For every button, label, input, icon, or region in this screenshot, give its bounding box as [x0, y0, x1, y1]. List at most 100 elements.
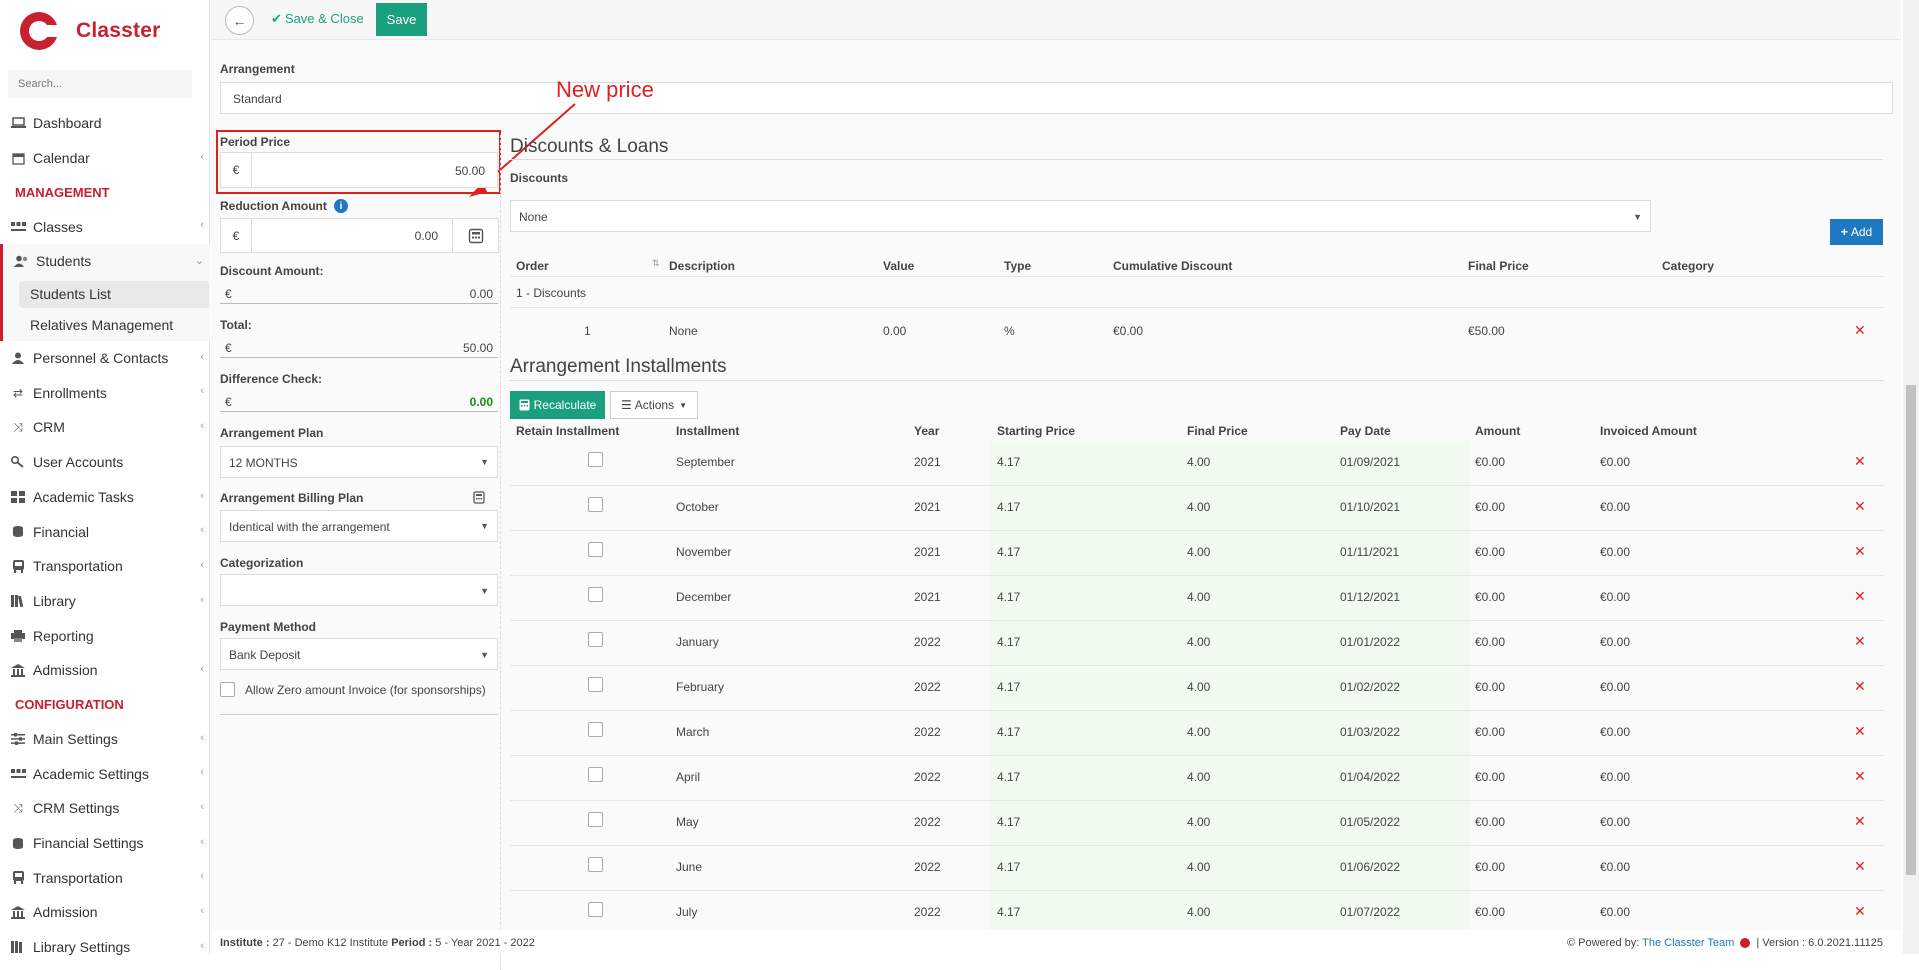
col-description[interactable]: Description: [669, 259, 735, 273]
delete-icon[interactable]: ✕: [1854, 813, 1866, 830]
installment-name: June: [676, 860, 703, 874]
installment-invoiced: €0.00: [1600, 545, 1631, 559]
retain-installment-checkbox[interactable]: [588, 812, 603, 827]
sidebar-item-academic-tasks[interactable]: Academic Tasks ‹: [0, 480, 210, 515]
retain-installment-checkbox[interactable]: [588, 722, 603, 737]
categorization-select[interactable]: ▼: [220, 574, 498, 606]
retain-installment-checkbox[interactable]: [588, 452, 603, 467]
installment-name: May: [676, 815, 699, 829]
scrollbar-thumb[interactable]: [1906, 385, 1916, 875]
sidebar-item-label: Personnel & Contacts: [33, 350, 169, 367]
retain-installment-checkbox[interactable]: [588, 677, 603, 692]
retain-installment-checkbox[interactable]: [588, 497, 603, 512]
add-discount-button[interactable]: + Add: [1830, 219, 1883, 245]
installment-amount: €0.00: [1475, 590, 1506, 604]
col-category[interactable]: Category: [1662, 259, 1714, 273]
table-row: November 2021 4.17 4.00 01/11/2021 €0.00 €0.00…: [510, 531, 1884, 576]
installment-name: December: [676, 590, 732, 604]
sidebar-item-financial-settings[interactable]: Financial Settings ‹: [0, 826, 210, 861]
sidebar-item-financial[interactable]: Financial ‹: [0, 514, 210, 549]
installment-pay-date: 01/09/2021: [1340, 455, 1401, 469]
chevron-left-icon: ‹: [200, 662, 204, 675]
col-cumulative[interactable]: Cumulative Discount: [1113, 259, 1232, 273]
delete-icon[interactable]: ✕: [1854, 723, 1866, 740]
sidebar-item-library[interactable]: Library ‹: [0, 584, 210, 619]
delete-icon[interactable]: ✕: [1854, 498, 1866, 515]
sidebar-subitem-relatives[interactable]: Relatives Management: [0, 309, 210, 341]
page-scrollbar[interactable]: [1903, 0, 1919, 954]
delete-icon[interactable]: ✕: [1854, 453, 1866, 470]
sidebar-item-transportation[interactable]: Transportation ‹: [0, 549, 210, 584]
sidebar-item-crm[interactable]: ⤨ CRM ‹: [0, 410, 210, 445]
delete-icon[interactable]: ✕: [1854, 543, 1866, 560]
retain-installment-checkbox[interactable]: [588, 767, 603, 782]
calculator-icon[interactable]: [473, 491, 485, 504]
delete-icon[interactable]: ✕: [1854, 768, 1866, 785]
period-price-input[interactable]: € 50.00: [220, 152, 498, 188]
delete-icon[interactable]: ✕: [1854, 678, 1866, 695]
sidebar-item-dashboard[interactable]: Dashboard: [0, 106, 210, 141]
sidebar-item-enrollments[interactable]: ⇄ Enrollments ‹: [0, 375, 210, 410]
installment-invoiced: €0.00: [1600, 680, 1631, 694]
retain-installment-checkbox[interactable]: [588, 902, 603, 917]
reduction-amount-label: Reduction Amount: [220, 199, 327, 213]
actions-dropdown[interactable]: ☰ Actions ▼: [610, 391, 698, 419]
powered-label: Powered by:: [1578, 937, 1640, 949]
delete-icon[interactable]: ✕: [1854, 322, 1866, 339]
arrangement-plan-select[interactable]: 12 MONTHS ▼: [220, 446, 498, 478]
sort-icon[interactable]: ⇅: [652, 258, 660, 269]
sidebar-item-library-settings[interactable]: Library Settings ‹: [0, 930, 210, 965]
retain-installment-checkbox[interactable]: [588, 632, 603, 647]
sidebar-item-personnel[interactable]: Personnel & Contacts ‹: [0, 341, 210, 376]
printer-icon: [10, 629, 26, 643]
col-type[interactable]: Type: [1004, 259, 1031, 273]
sidebar-item-transportation-settings[interactable]: Transportation ‹: [0, 860, 210, 895]
installment-invoiced: €0.00: [1600, 815, 1631, 829]
delete-icon[interactable]: ✕: [1854, 858, 1866, 875]
sidebar-item-label: Dashboard: [33, 115, 102, 132]
sidebar-item-user-accounts[interactable]: User Accounts: [0, 445, 210, 480]
calculator-button[interactable]: [452, 219, 498, 252]
recalculate-button[interactable]: Recalculate: [510, 391, 605, 419]
sidebar-item-main-settings[interactable]: Main Settings ‹: [0, 722, 210, 757]
delete-icon[interactable]: ✕: [1854, 903, 1866, 920]
installment-starting-price: 4.17: [997, 860, 1021, 874]
logo[interactable]: Classter: [18, 8, 160, 54]
back-button[interactable]: ←: [225, 6, 254, 35]
discounts-select[interactable]: None ▼: [510, 200, 1651, 232]
installment-final-price: 4.00: [1187, 635, 1211, 649]
save-button[interactable]: Save: [376, 3, 427, 36]
sidebar-item-admission[interactable]: Admission ‹: [0, 653, 210, 688]
retain-installment-checkbox[interactable]: [588, 542, 603, 557]
sidebar-subitem-students-list[interactable]: Students List: [0, 278, 210, 310]
info-icon[interactable]: i: [334, 199, 348, 213]
discount-amount-value: 0.00: [469, 287, 493, 301]
col-final-price[interactable]: Final Price: [1468, 259, 1529, 273]
delete-icon[interactable]: ✕: [1854, 588, 1866, 605]
sidebar-item-reporting[interactable]: Reporting: [0, 618, 210, 653]
reduction-amount-input[interactable]: € 0.00: [220, 218, 499, 253]
sidebar-item-crm-settings[interactable]: ⤨ CRM Settings ‹: [0, 791, 210, 826]
sidebar-item-classes[interactable]: Classes ‹: [0, 209, 210, 244]
column-divider: [500, 135, 501, 970]
col-value[interactable]: Value: [883, 259, 914, 273]
installment-pay-date: 01/11/2021: [1340, 545, 1400, 559]
col-order[interactable]: Order: [516, 259, 549, 273]
sidebar-item-academic-settings[interactable]: Academic Settings ‹: [0, 756, 210, 791]
retain-installment-checkbox[interactable]: [588, 857, 603, 872]
installment-name: April: [676, 770, 701, 784]
sidebar-search-input[interactable]: [8, 70, 192, 98]
sidebar-item-admission-settings[interactable]: Admission ‹: [0, 895, 210, 930]
save-close-button[interactable]: ✔ Save & Close: [271, 11, 364, 27]
billing-plan-select[interactable]: Identical with the arrangement ▼: [220, 510, 498, 542]
sidebar-item-students[interactable]: Students ⌄: [0, 244, 210, 279]
sidebar-item-label: Main Settings: [33, 730, 118, 747]
installment-year: 2022: [914, 635, 941, 649]
team-link[interactable]: The Classter Team: [1642, 937, 1734, 949]
sidebar-item-calendar[interactable]: Calendar ‹: [0, 141, 210, 176]
retain-installment-checkbox[interactable]: [588, 587, 603, 602]
payment-method-select[interactable]: Bank Deposit ▼: [220, 638, 498, 670]
zero-amount-checkbox[interactable]: [220, 682, 235, 697]
delete-icon[interactable]: ✕: [1854, 633, 1866, 650]
installment-name: July: [676, 905, 698, 919]
